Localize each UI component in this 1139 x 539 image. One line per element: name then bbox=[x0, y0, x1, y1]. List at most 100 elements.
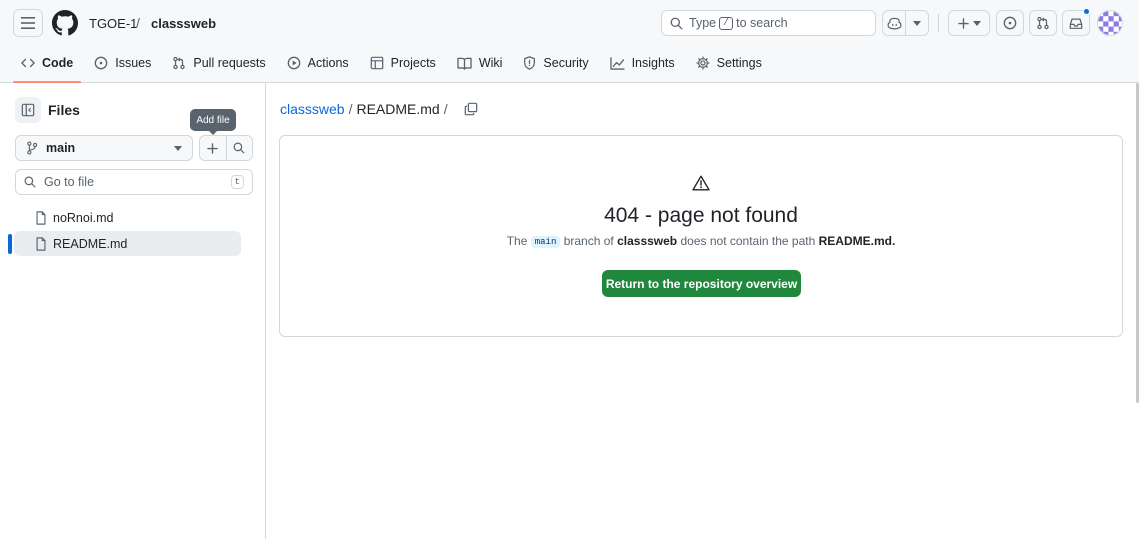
avatar[interactable] bbox=[1097, 10, 1123, 36]
plus-icon bbox=[957, 17, 969, 29]
issue-opened-icon bbox=[1003, 16, 1017, 30]
file-item-normoi[interactable]: noRnoi.md bbox=[14, 205, 241, 230]
return-to-overview-button[interactable]: Return to the repository overview bbox=[602, 270, 801, 297]
search-icon bbox=[670, 17, 683, 29]
tab-label: Insights bbox=[631, 56, 675, 70]
error-description: The main branch of classsweb does not co… bbox=[280, 234, 1122, 248]
breadcrumb-repo-link[interactable]: classsweb bbox=[280, 101, 345, 117]
file-tree-sidebar: Files Add file main Go to file t noRnoi.… bbox=[0, 83, 266, 539]
triangle-down-icon bbox=[913, 20, 921, 26]
tab-actions[interactable]: Actions bbox=[279, 50, 357, 76]
file-name: noRnoi.md bbox=[53, 210, 114, 225]
go-to-file-input[interactable]: Go to file t bbox=[15, 169, 253, 195]
triangle-down-icon bbox=[972, 20, 981, 26]
tab-projects[interactable]: Projects bbox=[362, 50, 444, 76]
play-icon bbox=[287, 56, 300, 70]
file-item-readme[interactable]: README.md bbox=[14, 231, 241, 256]
error-title: 404 - page not found bbox=[604, 204, 798, 227]
graph-icon bbox=[609, 56, 625, 70]
issues-button[interactable] bbox=[996, 10, 1024, 36]
breadcrumb-trailing-separator: / bbox=[443, 101, 448, 117]
table-icon bbox=[370, 56, 383, 70]
repo-link[interactable]: classsweb bbox=[151, 16, 216, 31]
files-heading: Files bbox=[48, 102, 80, 118]
file-name: README.md bbox=[53, 236, 128, 251]
breadcrumb-file: README.md bbox=[356, 101, 440, 117]
plus-icon bbox=[207, 142, 219, 154]
notification-indicator bbox=[1083, 8, 1090, 15]
tab-label: Wiki bbox=[478, 56, 503, 70]
tab-label: Actions bbox=[307, 56, 349, 70]
file-actions-group bbox=[199, 135, 253, 161]
tab-label: Pull requests bbox=[193, 56, 266, 70]
branch-selector[interactable]: main bbox=[15, 135, 193, 161]
triangle-down-icon bbox=[174, 145, 182, 151]
gear-icon bbox=[696, 56, 710, 70]
create-new-button[interactable] bbox=[948, 10, 990, 36]
copilot-button[interactable] bbox=[883, 11, 905, 35]
shield-icon bbox=[524, 56, 536, 70]
tab-label: Issues bbox=[115, 56, 152, 70]
github-logo-icon[interactable] bbox=[52, 10, 78, 36]
add-file-tooltip: Add file bbox=[190, 109, 236, 135]
breadcrumb-separator: / bbox=[136, 15, 140, 31]
desc-middle: branch of bbox=[563, 234, 614, 248]
owner-link[interactable]: TGOE-1 bbox=[89, 16, 137, 31]
selected-indicator bbox=[8, 234, 12, 254]
branch-name: main bbox=[46, 141, 76, 155]
desc-repo: classsweb bbox=[617, 234, 678, 248]
copy-icon bbox=[464, 102, 477, 116]
search-icon bbox=[24, 176, 36, 188]
git-branch-icon bbox=[27, 141, 38, 155]
copilot-dropdown-button[interactable] bbox=[905, 11, 928, 35]
branch-code: main bbox=[530, 236, 561, 248]
tab-code[interactable]: Code bbox=[13, 50, 82, 83]
search-input[interactable]: Type / to search bbox=[661, 10, 876, 36]
tab-label: Projects bbox=[390, 56, 436, 70]
git-pull-request-icon bbox=[173, 56, 186, 70]
search-placeholder-suffix: to search bbox=[736, 16, 788, 30]
global-header: TGOE-1 / classsweb Type / to search Code… bbox=[0, 0, 1139, 83]
copy-path-button[interactable] bbox=[464, 102, 478, 116]
tab-settings[interactable]: Settings bbox=[688, 50, 770, 76]
search-shortcut-key: / bbox=[719, 16, 734, 30]
tab-insights[interactable]: Insights bbox=[602, 50, 683, 76]
sidebar-collapse-icon bbox=[21, 103, 35, 117]
header-divider bbox=[938, 14, 939, 32]
collapse-sidebar-button[interactable] bbox=[15, 97, 41, 123]
tab-pull-requests[interactable]: Pull requests bbox=[164, 50, 273, 76]
desc-prefix: The bbox=[506, 234, 528, 248]
add-file-button[interactable] bbox=[200, 136, 226, 160]
code-icon bbox=[21, 58, 35, 68]
identicon-icon bbox=[1098, 11, 1122, 35]
inbox-icon bbox=[1069, 18, 1083, 29]
search-files-button[interactable] bbox=[225, 136, 253, 160]
tab-label: Security bbox=[543, 56, 589, 70]
desc-path: README.md. bbox=[818, 234, 896, 248]
git-pull-request-icon bbox=[1037, 16, 1049, 30]
breadcrumb-separator: / bbox=[348, 101, 353, 117]
go-to-file-placeholder: Go to file bbox=[44, 175, 95, 189]
copilot-icon bbox=[887, 17, 901, 29]
alert-icon bbox=[692, 175, 710, 191]
not-found-panel: 404 - page not found The main branch of … bbox=[279, 135, 1123, 337]
repo-tab-nav: Code Issues Pull requests Actions Projec… bbox=[13, 50, 775, 83]
tab-issues[interactable]: Issues bbox=[86, 50, 159, 76]
tab-label: Settings bbox=[716, 56, 762, 70]
book-icon bbox=[457, 57, 472, 70]
tab-security[interactable]: Security bbox=[515, 50, 596, 76]
search-icon bbox=[233, 142, 245, 154]
hamburger-icon bbox=[21, 17, 35, 29]
tab-label: Code bbox=[42, 56, 74, 70]
menu-button[interactable] bbox=[13, 9, 43, 37]
search-placeholder-prefix: Type bbox=[689, 16, 717, 30]
file-path-breadcrumb: classsweb / README.md / bbox=[280, 101, 478, 117]
file-icon bbox=[36, 210, 46, 225]
go-to-file-shortcut: t bbox=[230, 175, 244, 189]
tab-wiki[interactable]: Wiki bbox=[449, 50, 511, 76]
issue-opened-icon bbox=[94, 56, 108, 70]
desc-middle-2: does not contain the path bbox=[680, 234, 816, 248]
file-icon bbox=[36, 236, 46, 251]
pull-requests-button[interactable] bbox=[1029, 10, 1057, 36]
copilot-button-group bbox=[882, 10, 929, 36]
